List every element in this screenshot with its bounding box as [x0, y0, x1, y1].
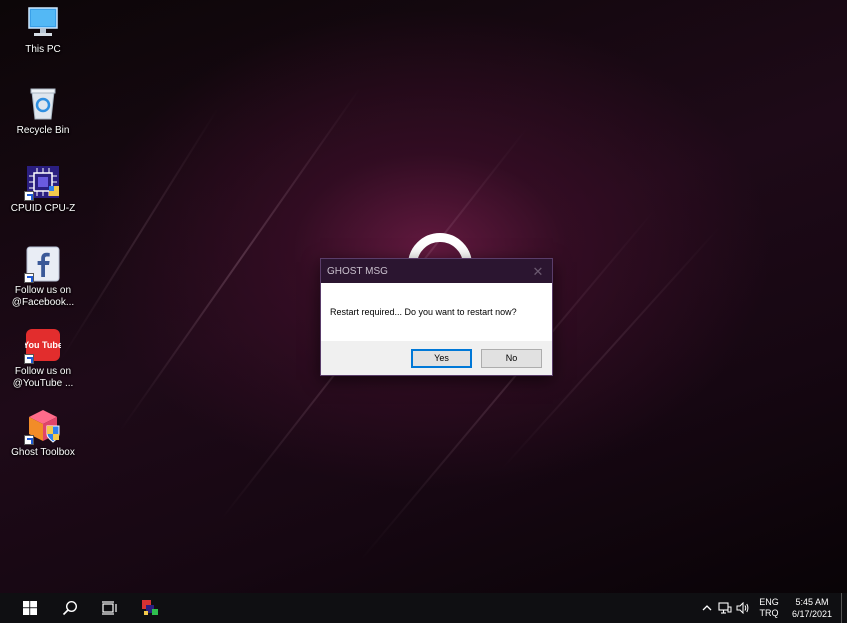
desktop-icon-recycle-bin[interactable]: Recycle Bin	[8, 86, 78, 137]
desktop-icon-label: Follow us on @YouTube ...	[12, 366, 74, 389]
task-view-icon	[102, 601, 117, 615]
shortcut-arrow-icon	[24, 191, 34, 201]
show-desktop-button[interactable]	[841, 593, 847, 623]
system-tray: ENG TRQ 5:45 AM 6/17/2021	[698, 593, 847, 623]
clock[interactable]: 5:45 AM 6/17/2021	[786, 596, 838, 620]
desktop-icon-ghost-toolbox[interactable]: Ghost Toolbox	[8, 408, 78, 459]
recycle-bin-icon	[25, 86, 61, 122]
close-icon[interactable]: ✕	[530, 265, 546, 278]
desktop-icon-cpuz[interactable]: CPUID CPU-Z	[8, 164, 78, 215]
chevron-up-icon[interactable]	[698, 593, 716, 623]
yes-button[interactable]: Yes	[411, 348, 472, 368]
taskbar-app-cpuz[interactable]	[130, 593, 170, 623]
cpu-chip-icon	[24, 164, 61, 201]
dialog-body: Restart required... Do you want to resta…	[321, 283, 552, 341]
desktop-icon-label: CPUID CPU-Z	[10, 203, 76, 214]
windows-logo-icon	[23, 601, 37, 615]
task-view-button[interactable]	[90, 593, 130, 623]
desktop[interactable]: This PC Recycle Bin CPUID CPU-Z Follow u…	[0, 0, 847, 623]
search-button[interactable]	[50, 593, 90, 623]
language-indicator[interactable]: ENG TRQ	[756, 597, 782, 619]
desktop-icon-label: This PC	[25, 44, 61, 55]
no-button[interactable]: No	[481, 348, 542, 368]
volume-icon[interactable]	[734, 593, 752, 623]
desktop-icon-facebook[interactable]: Follow us on @Facebook...	[8, 246, 78, 309]
search-icon	[62, 600, 78, 616]
network-icon[interactable]	[716, 593, 734, 623]
computer-icon	[25, 5, 61, 41]
dialog-title: GHOST MSG	[327, 265, 388, 277]
taskbar: ENG TRQ 5:45 AM 6/17/2021	[0, 593, 847, 623]
shortcut-arrow-icon	[24, 273, 34, 283]
clock-date: 6/17/2021	[791, 609, 833, 619]
restart-dialog: GHOST MSG ✕ Restart required... Do you w…	[320, 258, 553, 376]
youtube-icon-text: You Tube	[25, 340, 61, 350]
youtube-icon: You Tube	[23, 327, 63, 364]
desktop-icon-youtube[interactable]: You Tube Follow us on @YouTube ...	[8, 327, 78, 390]
dialog-button-row: Yes No	[321, 341, 552, 375]
shortcut-arrow-icon	[24, 435, 34, 445]
shortcut-arrow-icon	[24, 354, 34, 364]
ghost-toolbox-icon	[24, 408, 61, 445]
desktop-icon-label: Recycle Bin	[16, 125, 70, 136]
desktop-icon-this-pc[interactable]: This PC	[8, 5, 78, 56]
language-top: ENG	[759, 597, 779, 607]
language-bottom: TRQ	[759, 608, 779, 618]
desktop-icon-label: Follow us on @Facebook...	[11, 285, 75, 308]
facebook-icon	[24, 246, 61, 283]
clock-time: 5:45 AM	[795, 597, 829, 607]
desktop-icon-label: Ghost Toolbox	[11, 447, 75, 458]
cpuz-taskbar-icon	[142, 600, 158, 615]
start-button[interactable]	[10, 593, 50, 623]
dialog-message: Restart required... Do you want to resta…	[330, 307, 517, 317]
dialog-titlebar[interactable]: GHOST MSG ✕	[321, 259, 552, 283]
